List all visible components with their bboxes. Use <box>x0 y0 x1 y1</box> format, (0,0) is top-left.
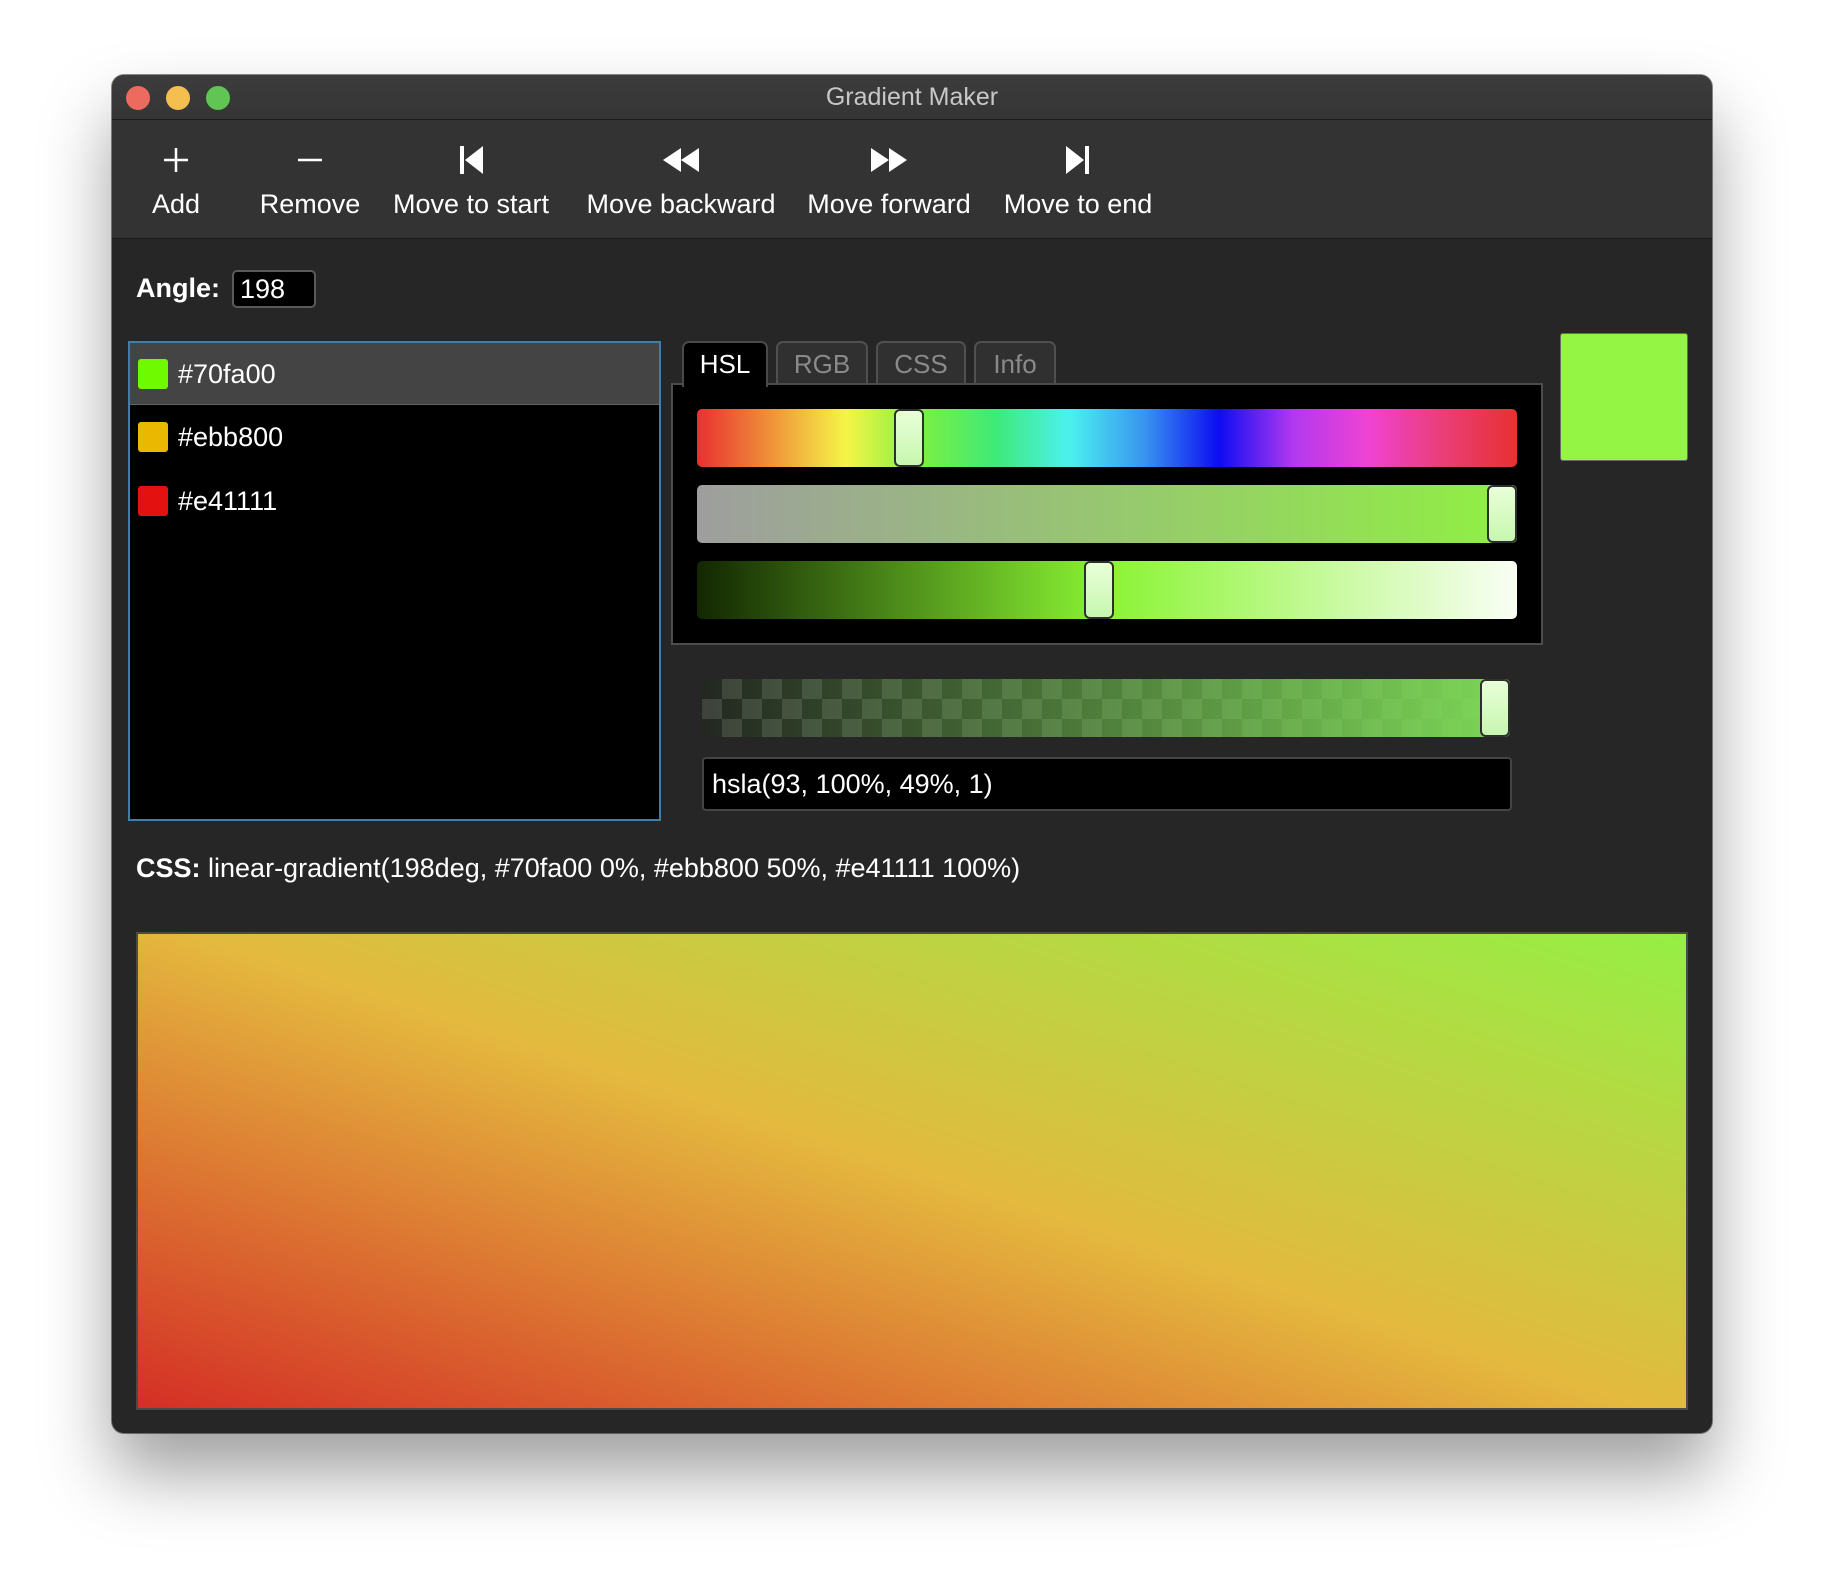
hsl-tab-panel <box>671 383 1543 645</box>
hue-slider-handle[interactable] <box>893 409 924 467</box>
saturation-slider-handle[interactable] <box>1487 485 1517 543</box>
tab-rgb[interactable]: RGB <box>776 341 868 385</box>
rewind-icon <box>580 142 782 178</box>
move-to-start-button[interactable]: Move to start <box>388 120 554 238</box>
color-swatch <box>138 422 168 452</box>
css-output: CSS: linear-gradient(198deg, #70fa00 0%,… <box>136 853 1020 884</box>
move-backward-button[interactable]: Move backward <box>580 120 782 238</box>
fast-forward-icon <box>802 142 976 178</box>
move-forward-button[interactable]: Move forward <box>802 120 976 238</box>
angle-input[interactable] <box>232 270 316 308</box>
list-item[interactable]: #e41111 <box>130 470 659 532</box>
title-bar: Gradient Maker <box>112 75 1712 120</box>
toolbar: Add Remove Move to start Move backward M… <box>112 120 1712 239</box>
alpha-slider-handle[interactable] <box>1480 679 1510 737</box>
gradient-preview <box>136 932 1688 1410</box>
app-window: Gradient Maker Add Remove Move to start … <box>112 75 1712 1433</box>
alpha-slider[interactable] <box>702 679 1510 737</box>
tab-info[interactable]: Info <box>974 341 1056 385</box>
move-to-start-label: Move to start <box>392 189 550 219</box>
saturation-slider[interactable] <box>697 485 1517 543</box>
lightness-slider[interactable] <box>697 561 1517 619</box>
skip-to-end-icon <box>998 142 1158 178</box>
lightness-slider-handle[interactable] <box>1083 561 1114 619</box>
stop-color-label: #e41111 <box>178 486 278 516</box>
tab-hsl[interactable]: HSL <box>682 341 768 387</box>
color-swatch <box>138 359 168 389</box>
angle-label: Angle: <box>136 273 220 303</box>
move-forward-label: Move forward <box>807 189 971 219</box>
stop-color-label: #ebb800 <box>178 422 284 452</box>
remove-button[interactable]: Remove <box>244 120 376 238</box>
stop-color-label: #70fa00 <box>178 359 276 389</box>
tab-css[interactable]: CSS <box>876 341 966 385</box>
list-item[interactable]: #ebb800 <box>130 406 659 468</box>
remove-button-label: Remove <box>259 189 361 219</box>
hue-slider[interactable] <box>697 409 1517 467</box>
plus-icon <box>128 142 224 178</box>
skip-to-start-icon <box>388 142 554 178</box>
move-backward-label: Move backward <box>586 189 776 219</box>
color-preview-swatch <box>1560 333 1688 461</box>
add-button[interactable]: Add <box>128 120 224 238</box>
css-label: CSS: <box>136 853 201 883</box>
move-to-end-button[interactable]: Move to end <box>998 120 1158 238</box>
add-button-label: Add <box>151 189 201 219</box>
list-item[interactable]: #70fa00 <box>130 343 659 405</box>
minus-icon <box>244 142 376 178</box>
color-swatch <box>138 486 168 516</box>
color-value-field[interactable]: hsla(93, 100%, 49%, 1) <box>702 757 1512 811</box>
css-value: linear-gradient(198deg, #70fa00 0%, #ebb… <box>208 853 1021 883</box>
color-stop-list[interactable]: #70fa00 #ebb800 #e41111 <box>128 341 661 821</box>
move-to-end-label: Move to end <box>1003 189 1153 219</box>
window-title: Gradient Maker <box>825 83 999 111</box>
